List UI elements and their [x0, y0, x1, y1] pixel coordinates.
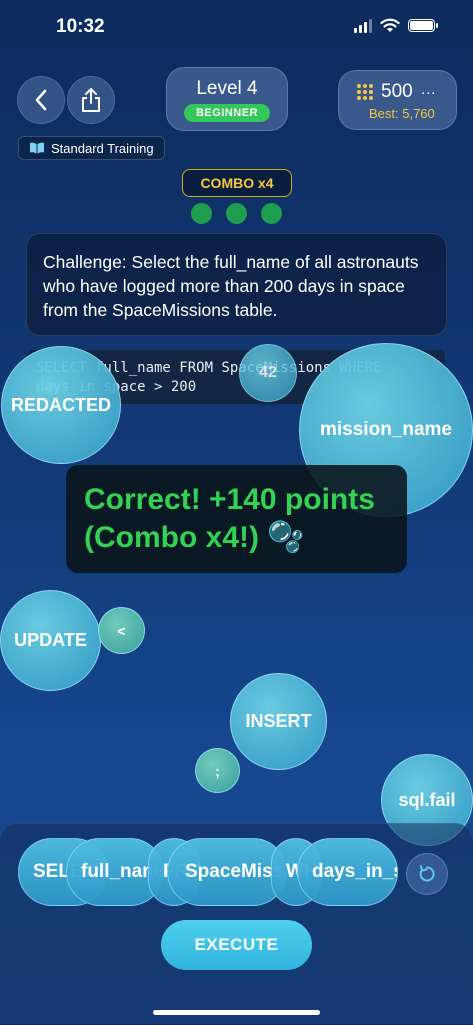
- combo-dot: [226, 203, 247, 224]
- challenge-text: Challenge: Select the full_name of all a…: [43, 252, 419, 320]
- combo-dot: [261, 203, 282, 224]
- execute-button[interactable]: EXECUTE: [161, 920, 312, 970]
- home-indicator: [153, 1010, 320, 1015]
- book-icon: [30, 142, 44, 154]
- status-icons: [354, 18, 438, 33]
- reset-button[interactable]: [406, 853, 448, 895]
- bubble-less-than[interactable]: <: [98, 607, 145, 654]
- status-time: 10:32: [56, 16, 105, 37]
- answer-chip[interactable]: days_in_space: [297, 838, 398, 906]
- challenge-card: Challenge: Select the full_name of all a…: [26, 233, 447, 336]
- bubble-semicolon[interactable]: ;: [195, 748, 240, 793]
- training-mode-tag[interactable]: Standard Training: [18, 136, 165, 160]
- success-toast: Correct! +140 points (Combo x4!) 🫧: [66, 465, 407, 573]
- answer-chip[interactable]: SpaceMissions: [167, 838, 287, 906]
- battery-icon: [408, 19, 438, 32]
- level-indicator: Level 4 BEGINNER: [166, 67, 288, 131]
- score-panel[interactable]: 500 ··· Best: 5,760: [338, 70, 457, 130]
- toast-line-2: (Combo x4!) 🫧: [84, 521, 305, 554]
- combo-dot: [191, 203, 212, 224]
- wifi-icon: [380, 18, 400, 32]
- bubble-redacted[interactable]: REDACTED: [1, 346, 121, 464]
- training-mode-label: Standard Training: [51, 140, 154, 156]
- best-score: Best: 5,760: [369, 106, 435, 121]
- more-icon[interactable]: ···: [421, 84, 436, 101]
- score-value: 500: [381, 81, 413, 102]
- undo-icon: [419, 865, 435, 882]
- bubble-update[interactable]: UPDATE: [0, 590, 101, 691]
- share-button[interactable]: [67, 76, 115, 124]
- grid-dots-icon: [357, 84, 373, 100]
- level-title: Level 4: [196, 78, 258, 99]
- back-button[interactable]: [17, 76, 65, 124]
- difficulty-badge: BEGINNER: [183, 104, 271, 122]
- share-icon: [82, 88, 100, 112]
- combo-progress: [191, 203, 282, 224]
- toast-line-1: Correct! +140 points: [84, 483, 375, 516]
- bubble-insert[interactable]: INSERT: [230, 673, 327, 770]
- bubble-number[interactable]: 42: [239, 344, 297, 402]
- combo-badge: COMBO x4: [182, 169, 292, 197]
- cellular-signal-icon: [354, 18, 372, 33]
- chevron-left-icon: [35, 89, 47, 111]
